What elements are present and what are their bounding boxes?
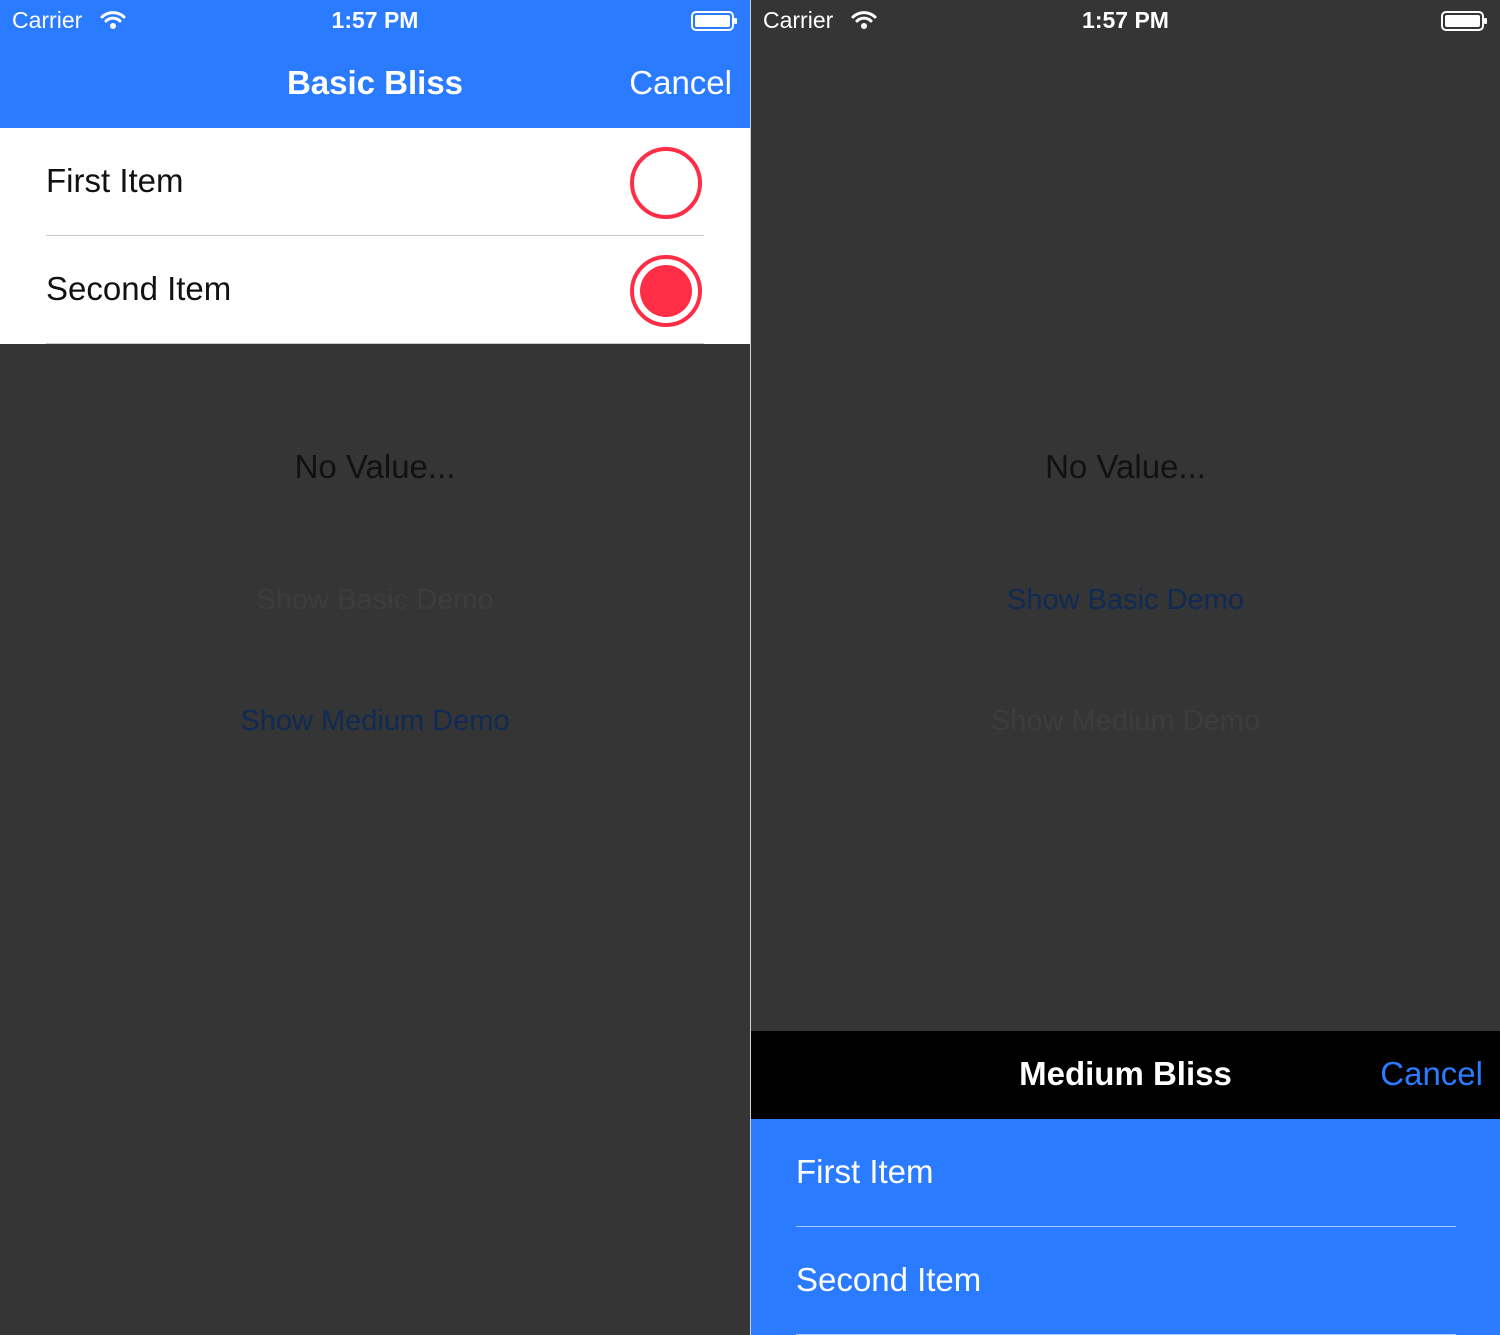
cancel-button[interactable]: Cancel (629, 64, 732, 102)
battery-icon (691, 11, 737, 31)
show-medium-demo-button[interactable]: Show Medium Demo (0, 705, 750, 738)
list-item-label: Second Item (796, 1261, 982, 1298)
value-label: No Value... (1045, 448, 1206, 485)
basic-bliss-navigation-bar: Carrier 1:57 PM Basic Bliss Cancel (0, 0, 750, 128)
medium-bliss-header: Medium Bliss Cancel (751, 1031, 1500, 1119)
status-bar: Carrier 1:57 PM (0, 0, 750, 42)
radio-selected-icon[interactable] (630, 255, 702, 327)
list-item-label: First Item (796, 1153, 934, 1190)
show-medium-demo-button[interactable]: Show Medium Demo (751, 705, 1500, 738)
radio-empty-icon[interactable] (630, 147, 702, 219)
cancel-button[interactable]: Cancel (1380, 1055, 1483, 1093)
basic-options-list: First Item Second Item (0, 128, 750, 344)
list-item-label: Second Item (46, 270, 232, 307)
list-item-label: First Item (46, 162, 184, 199)
row-separator (46, 343, 704, 344)
list-item-second[interactable]: Second Item (751, 1227, 1500, 1335)
list-item-first[interactable]: First Item (0, 128, 750, 236)
radio-selected-dot (640, 265, 692, 317)
status-bar: Carrier 1:57 PM (751, 0, 1500, 42)
battery-icon (1441, 11, 1487, 31)
medium-demo-screen: Carrier 1:57 PM No Value... Show Basic D… (751, 0, 1500, 1335)
clock-label: 1:57 PM (1082, 7, 1169, 33)
list-item-second[interactable]: Second Item (0, 236, 750, 344)
medium-options-list: First Item Second Item (751, 1119, 1500, 1335)
value-label: No Value... (294, 448, 456, 485)
list-item-first[interactable]: First Item (751, 1119, 1500, 1227)
show-basic-demo-button[interactable]: Show Basic Demo (0, 584, 750, 617)
show-basic-demo-button[interactable]: Show Basic Demo (751, 584, 1500, 617)
basic-demo-screen: Carrier 1:57 PM Basic Bliss Cancel First… (0, 0, 750, 1335)
clock-label: 1:57 PM (331, 7, 419, 33)
